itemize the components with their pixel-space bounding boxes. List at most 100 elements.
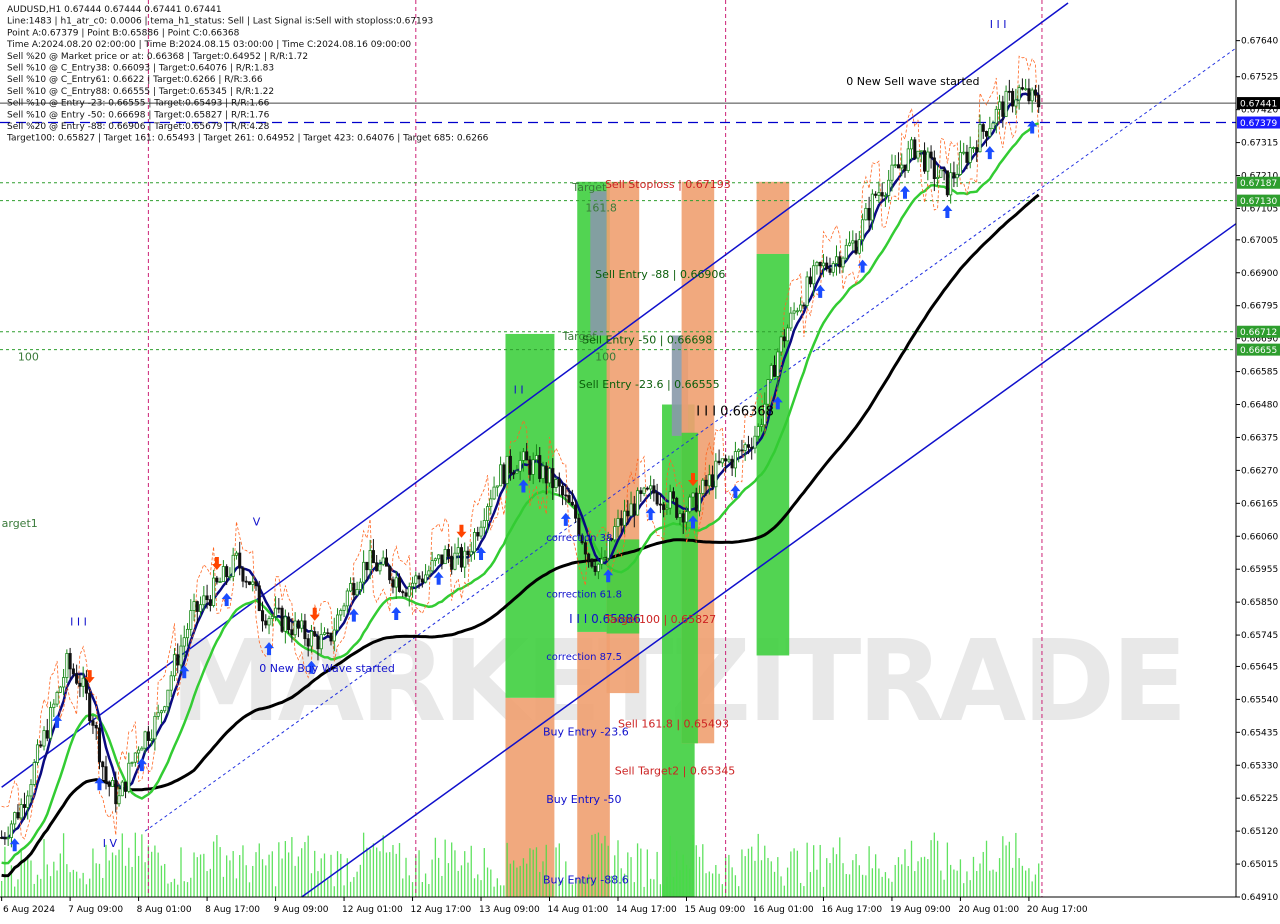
volume-bar	[180, 847, 182, 897]
volume-bar	[976, 871, 978, 897]
candle-body	[221, 566, 225, 582]
volume-bar	[395, 853, 397, 897]
volume-bar	[953, 869, 955, 897]
chart-annotation: Target	[571, 181, 607, 194]
volume-bar	[59, 853, 61, 897]
price-tick-label: 0.67005	[1241, 236, 1278, 246]
candle-body	[280, 607, 284, 632]
candle-body	[231, 554, 235, 577]
volume-bar	[884, 872, 887, 897]
volume-bar	[49, 876, 52, 897]
volume-bar	[183, 881, 185, 897]
candle-body	[446, 549, 450, 557]
candle-body	[306, 638, 310, 647]
volume-bar	[398, 843, 401, 897]
info-line: Point A:0.67379 | Point B:0.65886 | Poin…	[7, 28, 240, 38]
candle-body	[887, 179, 891, 196]
candle-body	[114, 780, 118, 805]
chart-annotation: Sell Target2 | 0.65345	[615, 765, 736, 778]
candle-body	[355, 589, 359, 596]
volume-bar	[219, 847, 221, 897]
info-line: Sell %10 @ C_Entry38: 0.66093 | Target:0…	[7, 64, 274, 74]
volume-bar	[66, 864, 68, 897]
candle-body	[848, 242, 852, 246]
candle-body	[169, 675, 173, 691]
candle-body	[691, 492, 695, 498]
volume-bar	[1002, 836, 1004, 897]
price-tick-label: 0.67315	[1241, 139, 1278, 149]
candle-body	[593, 565, 597, 572]
candle-body	[622, 510, 627, 526]
volume-bar	[874, 854, 877, 897]
volume-bar	[1008, 841, 1010, 897]
fib-zone	[681, 432, 698, 744]
candle-body	[808, 276, 812, 285]
candle-body	[238, 552, 242, 569]
volume-bar	[376, 847, 378, 897]
volume-bar	[780, 876, 782, 897]
volume-bar	[4, 846, 6, 897]
chart-annotation: Sell Entry -88 | 0.66906	[595, 268, 725, 281]
volume-bar	[483, 848, 485, 897]
candle-body	[616, 518, 620, 527]
volume-bar	[36, 874, 39, 897]
candle-body	[32, 762, 36, 785]
chart-annotation: Sell Entry -23.6 | 0.66555	[579, 378, 720, 391]
volume-bar	[868, 846, 870, 897]
volume-bar	[936, 840, 939, 897]
candle-body	[159, 710, 163, 714]
candle-body	[759, 424, 764, 427]
volume-bar	[1034, 874, 1037, 897]
candle-body	[150, 738, 154, 741]
candle-body	[84, 677, 88, 694]
candle-body	[133, 752, 137, 763]
volume-bar	[829, 863, 831, 897]
volume-bar	[134, 832, 136, 897]
candle-body	[756, 426, 760, 437]
candle-body	[476, 532, 480, 537]
volume-bar	[212, 841, 215, 897]
volume-bar	[643, 886, 645, 897]
volume-bar	[20, 849, 22, 897]
candle-body	[26, 795, 30, 808]
price-chart[interactable]: MARKETZITRADE 0 New Sell wave startedI I…	[0, 0, 1280, 920]
candle-body	[0, 837, 4, 839]
candle-body	[890, 164, 894, 181]
volume-bar	[437, 857, 440, 897]
candle-body	[411, 582, 415, 587]
volume-bar	[963, 883, 965, 897]
price-tick-label: 0.64910	[1241, 893, 1278, 903]
candle-body	[68, 653, 72, 670]
candle-body	[365, 561, 369, 571]
volume-bar	[604, 835, 606, 897]
volume-bar	[359, 864, 362, 897]
candle-body	[508, 455, 512, 474]
volume-bar	[160, 865, 163, 897]
volume-bar	[154, 845, 156, 897]
volume-bar	[255, 852, 257, 897]
candle-body	[29, 784, 33, 797]
candle-body	[407, 586, 411, 597]
volume-bar	[532, 849, 534, 897]
volume-bar	[666, 876, 668, 897]
volume-bar	[617, 840, 619, 897]
time-tick-label: 14 Aug 17:00	[616, 905, 677, 915]
candle-body	[743, 444, 747, 451]
volume-bar	[496, 878, 498, 897]
volume-bar	[907, 866, 909, 897]
volume-bar	[95, 863, 97, 897]
volume-bar	[486, 867, 489, 897]
chart-annotation: 100	[18, 351, 39, 364]
candle-body	[283, 616, 287, 632]
candle-body	[492, 486, 496, 500]
volume-bar	[649, 878, 652, 897]
info-line: Line:1483 | h1_atr_c0: 0.0006 | tema_h1_…	[7, 17, 433, 27]
candle-body	[701, 479, 705, 494]
volume-bar	[956, 870, 958, 897]
volume-bar	[336, 851, 339, 897]
candle-body	[662, 504, 666, 510]
candle-body	[795, 310, 799, 313]
volume-bar	[698, 856, 701, 897]
volume-bar	[901, 864, 903, 897]
volume-bar	[767, 857, 769, 897]
